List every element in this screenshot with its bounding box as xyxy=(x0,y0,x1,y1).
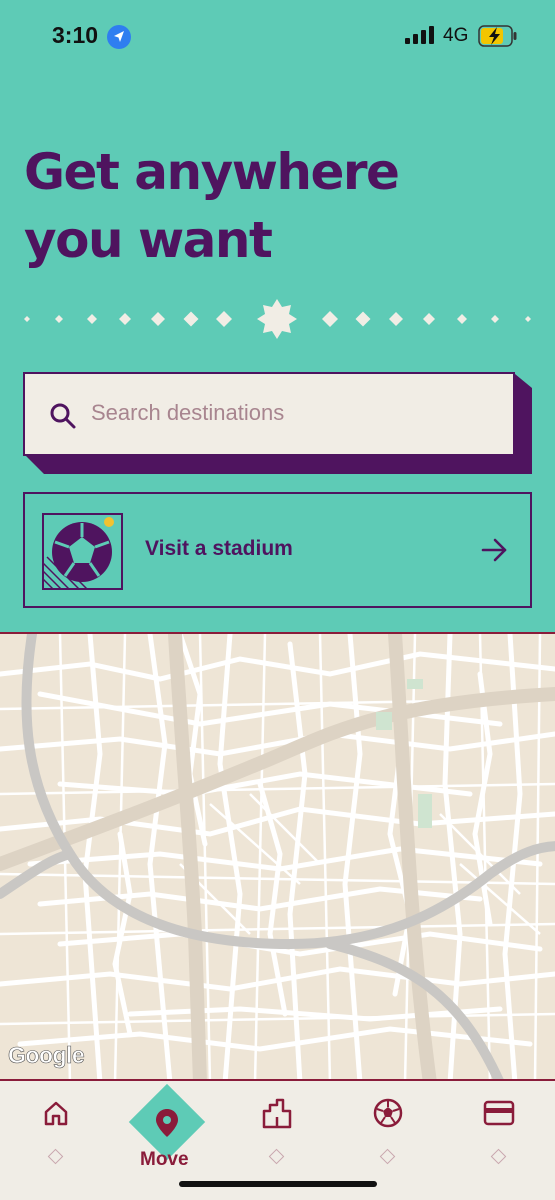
title-line-2: you want xyxy=(24,211,273,269)
bottom-tab-bar: Move xyxy=(0,1081,555,1200)
tab-move[interactable]: Move xyxy=(128,1083,210,1175)
tab-indicator xyxy=(379,1148,396,1165)
clock: 3:10 xyxy=(52,22,99,48)
search-icon xyxy=(50,403,76,429)
tab-wallet[interactable] xyxy=(469,1095,529,1175)
card-icon xyxy=(483,1100,515,1126)
building-icon xyxy=(262,1098,292,1129)
search-placeholder: Search destinations xyxy=(91,400,285,425)
football-icon xyxy=(373,1098,403,1128)
map-streets xyxy=(0,634,555,1079)
decorative-divider xyxy=(24,299,531,339)
title-line-1: Get anywhere xyxy=(24,143,400,201)
search-input[interactable]: Search destinations xyxy=(23,372,515,456)
tab-home[interactable] xyxy=(26,1095,86,1175)
battery-charging-icon xyxy=(478,25,517,47)
map-view[interactable]: Google xyxy=(0,632,555,1081)
tab-indicator xyxy=(268,1148,285,1165)
visit-stadium-button[interactable]: Visit a stadium xyxy=(23,492,532,608)
tab-move-label: Move xyxy=(140,1149,189,1170)
home-icon xyxy=(44,1101,68,1126)
page-title: Get anywhere you want xyxy=(24,138,400,274)
tab-indicator xyxy=(490,1148,507,1165)
network-type: 4G xyxy=(443,25,469,46)
home-indicator xyxy=(179,1181,377,1187)
location-pin-icon xyxy=(156,1109,178,1137)
cellular-signal-icon xyxy=(405,26,434,44)
tab-matches[interactable] xyxy=(358,1095,418,1175)
arrow-right-icon xyxy=(481,538,507,562)
stadium-label: Visit a stadium xyxy=(145,537,293,560)
status-bar: 3:10 4G xyxy=(0,0,555,72)
tab-stadiums[interactable] xyxy=(247,1095,307,1175)
location-services-icon xyxy=(107,25,131,49)
google-attribution: Google xyxy=(8,1042,85,1069)
tab-indicator xyxy=(47,1148,64,1165)
stadium-ball-icon xyxy=(42,513,123,590)
